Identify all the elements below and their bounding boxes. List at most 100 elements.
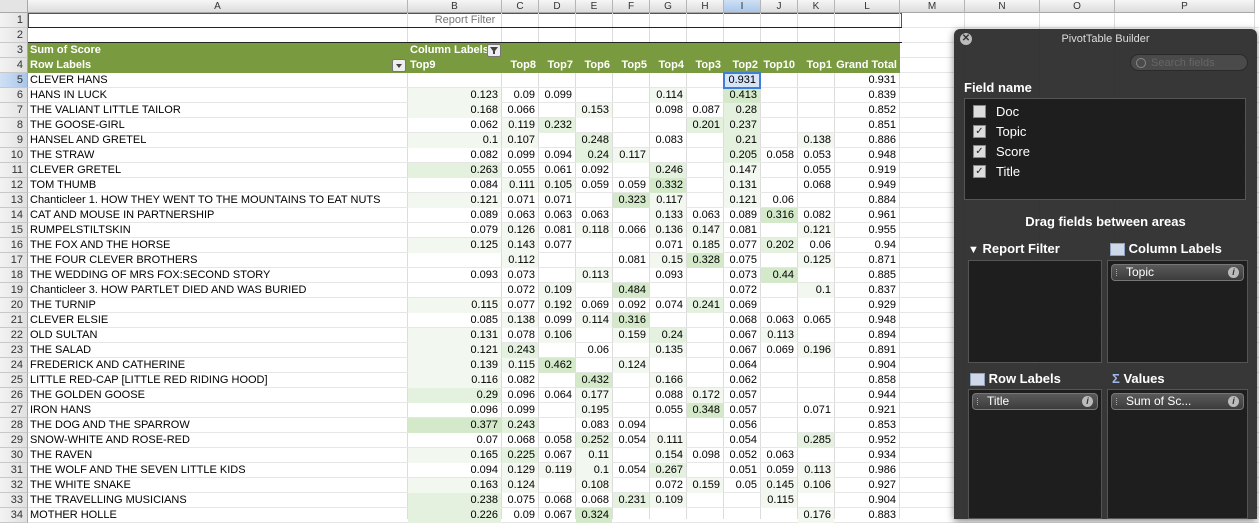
value-cell[interactable]: 0.11 (576, 448, 612, 463)
row-header[interactable]: 31 (0, 463, 28, 478)
value-cell[interactable]: 0.147 (687, 223, 723, 238)
row-header[interactable]: 2 (0, 28, 28, 43)
value-cell[interactable]: 0.1 (798, 283, 834, 298)
select-all-corner[interactable] (0, 0, 28, 13)
value-cell[interactable]: 0.094 (539, 148, 575, 163)
value-cell[interactable]: 0.121 (408, 343, 501, 358)
value-cell[interactable]: 0.059 (761, 463, 797, 478)
value-cell[interactable]: 0.114 (650, 88, 686, 103)
field-title[interactable]: ✓ Title (973, 163, 1020, 181)
column-field-pill[interactable]: Topic i (1111, 264, 1244, 281)
info-icon[interactable]: i (1082, 396, 1093, 407)
value-cell[interactable] (576, 88, 612, 103)
value-cell[interactable]: 0.147 (724, 163, 760, 178)
row-header[interactable]: 28 (0, 418, 28, 433)
value-cell[interactable]: 0.117 (613, 148, 649, 163)
value-cell[interactable]: 0.06 (576, 343, 612, 358)
value-cell[interactable]: 0.063 (687, 208, 723, 223)
value-cell[interactable]: 0.074 (650, 298, 686, 313)
value-cell[interactable]: 0.176 (798, 508, 834, 523)
value-cell[interactable]: 0.063 (761, 448, 797, 463)
value-cell[interactable]: 0.126 (502, 223, 538, 238)
value-cell[interactable]: 0.225 (502, 448, 538, 463)
value-cell[interactable]: 0.05 (724, 478, 760, 493)
value-cell[interactable]: 0.096 (408, 403, 501, 418)
value-cell[interactable] (687, 133, 723, 148)
value-cell[interactable] (576, 193, 612, 208)
column-header-a[interactable]: A (28, 0, 408, 13)
row-header[interactable]: 13 (0, 193, 28, 208)
value-cell[interactable] (761, 418, 797, 433)
value-cell[interactable] (798, 493, 834, 508)
value-cell[interactable] (687, 343, 723, 358)
value-cell[interactable]: 0.085 (408, 313, 501, 328)
row-labels-area[interactable]: Title i (968, 389, 1102, 519)
value-cell[interactable]: 0.083 (576, 418, 612, 433)
row-header[interactable]: 9 (0, 133, 28, 148)
value-cell[interactable]: 0.083 (650, 133, 686, 148)
value-cell[interactable]: 0.196 (798, 343, 834, 358)
value-cell[interactable]: 0.099 (502, 148, 538, 163)
value-cell[interactable] (576, 238, 612, 253)
value-cell[interactable]: 0.24 (576, 148, 612, 163)
value-cell[interactable]: 0.143 (502, 238, 538, 253)
value-cell[interactable] (687, 148, 723, 163)
value-cell[interactable]: 0.114 (576, 313, 612, 328)
value-cell[interactable] (798, 418, 834, 433)
value-cell[interactable]: 0.248 (576, 133, 612, 148)
row-header[interactable]: 5 (0, 73, 28, 88)
value-cell[interactable]: 0.098 (687, 448, 723, 463)
value-cell[interactable]: 0.117 (650, 193, 686, 208)
checkbox-doc[interactable] (973, 105, 986, 119)
value-cell[interactable] (613, 238, 649, 253)
value-cell[interactable]: 0.121 (798, 223, 834, 238)
value-cell[interactable]: 0.113 (576, 268, 612, 283)
value-cell[interactable]: 0.062 (724, 373, 760, 388)
grand-total-cell[interactable]: 0.955 (835, 223, 899, 238)
value-cell[interactable]: 0.057 (724, 403, 760, 418)
grand-total-cell[interactable]: 0.921 (835, 403, 899, 418)
value-cell[interactable]: 0.462 (539, 358, 575, 373)
row-header[interactable]: 30 (0, 448, 28, 463)
value-cell[interactable]: 0.066 (502, 103, 538, 118)
value-cell[interactable] (408, 73, 501, 88)
value-cell[interactable]: 0.069 (576, 298, 612, 313)
column-header-c[interactable]: C (502, 0, 539, 13)
value-cell[interactable] (408, 283, 501, 298)
row-header[interactable]: 25 (0, 373, 28, 388)
value-cell[interactable] (798, 268, 834, 283)
value-cell[interactable]: 0.059 (576, 178, 612, 193)
value-cell[interactable]: 0.069 (724, 298, 760, 313)
value-cell[interactable] (687, 418, 723, 433)
column-header-b[interactable]: B (408, 0, 502, 13)
value-cell[interactable] (613, 403, 649, 418)
value-cell[interactable] (724, 493, 760, 508)
grand-total-cell[interactable]: 0.891 (835, 343, 899, 358)
value-cell[interactable]: 0.06 (798, 238, 834, 253)
value-cell[interactable]: 0.172 (687, 388, 723, 403)
value-cell[interactable] (798, 328, 834, 343)
grand-total-cell[interactable]: 0.948 (835, 313, 899, 328)
value-cell[interactable]: 0.108 (576, 478, 612, 493)
value-cell[interactable]: 0.081 (613, 253, 649, 268)
value-cell[interactable]: 0.24 (650, 328, 686, 343)
value-cell[interactable] (687, 268, 723, 283)
value-cell[interactable]: 0.078 (502, 328, 538, 343)
value-cell[interactable] (576, 118, 612, 133)
value-cell[interactable]: 0.135 (650, 343, 686, 358)
row-header[interactable]: 18 (0, 268, 28, 283)
value-cell[interactable]: 0.072 (502, 283, 538, 298)
value-cell[interactable] (687, 178, 723, 193)
value-cell[interactable] (613, 133, 649, 148)
row-field-pill[interactable]: Title i (972, 393, 1098, 410)
value-cell[interactable]: 0.118 (576, 223, 612, 238)
field-doc[interactable]: Doc (973, 103, 1019, 121)
grand-total-cell[interactable]: 0.885 (835, 268, 899, 283)
value-cell[interactable]: 0.072 (724, 283, 760, 298)
value-cell[interactable] (613, 103, 649, 118)
column-header-d[interactable]: D (539, 0, 576, 13)
value-cell[interactable]: 0.071 (502, 193, 538, 208)
row-header[interactable]: 23 (0, 343, 28, 358)
value-cell[interactable] (761, 298, 797, 313)
value-cell[interactable]: 0.056 (724, 418, 760, 433)
